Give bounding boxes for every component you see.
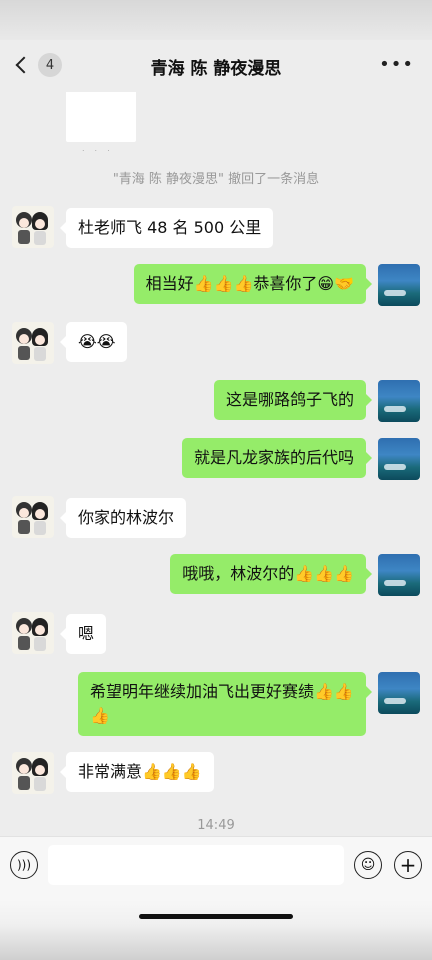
emoji-icon[interactable]: ☺ — [354, 851, 382, 879]
unread-badge: 4 — [38, 53, 62, 77]
message-bubble[interactable]: 😭😭 — [59, 322, 128, 362]
image-caption-dots: ... — [82, 144, 120, 153]
more-horizontal-icon[interactable]: ••• — [379, 56, 414, 74]
avatar[interactable] — [12, 612, 54, 654]
home-indicator[interactable] — [139, 914, 293, 919]
message-bubble[interactable]: 非常满意👍👍👍 — [60, 752, 214, 792]
plus-icon[interactable]: + — [394, 851, 422, 879]
avatar[interactable] — [12, 322, 54, 364]
message-bubble[interactable]: 杜老师飞 48 名 500 公里 — [59, 208, 274, 248]
avatar[interactable] — [12, 752, 54, 794]
avatar[interactable] — [378, 672, 420, 714]
message-bubble[interactable]: 就是凡龙家族的后代吗 — [181, 438, 373, 478]
timestamp: 14:49 — [197, 818, 235, 833]
message-bubble[interactable]: 希望明年继续加油飞出更好赛绩👍👍👍 — [78, 672, 372, 736]
chat-title: 青海 陈 静夜漫思 — [150, 58, 282, 79]
back-button[interactable]: 4 — [12, 53, 62, 77]
recall-notice: "青海 陈 静夜漫思" 撤回了一条消息 — [112, 172, 320, 187]
image-message[interactable] — [66, 92, 136, 142]
message-bubble[interactable]: 相当好👍👍👍恭喜你了😁🤝 — [133, 264, 373, 304]
avatar[interactable] — [378, 380, 420, 422]
status-bar — [0, 0, 432, 40]
input-bar: ))) ☺ + — [0, 836, 432, 900]
message-bubble[interactable]: 你家的林波尔 — [59, 498, 187, 538]
message-input[interactable] — [48, 845, 344, 885]
message-bubble[interactable]: 哦哦，林波尔的👍👍👍 — [170, 554, 372, 594]
avatar[interactable] — [378, 438, 420, 480]
message-list[interactable]: ... "青海 陈 静夜漫思" 撤回了一条消息 杜老师飞 48 名 500 公里… — [0, 92, 432, 836]
home-indicator-area — [0, 900, 432, 960]
nav-bar: 4 青海 陈 静夜漫思 ••• — [0, 40, 432, 92]
avatar[interactable] — [12, 496, 54, 538]
avatar[interactable] — [378, 554, 420, 596]
message-bubble[interactable]: 嗯 — [59, 614, 107, 654]
avatar[interactable] — [378, 264, 420, 306]
voice-icon[interactable]: ))) — [10, 851, 38, 879]
avatar[interactable] — [12, 206, 54, 248]
message-bubble[interactable]: 这是哪路鸽子飞的 — [213, 380, 373, 420]
chevron-left-icon — [15, 56, 33, 74]
